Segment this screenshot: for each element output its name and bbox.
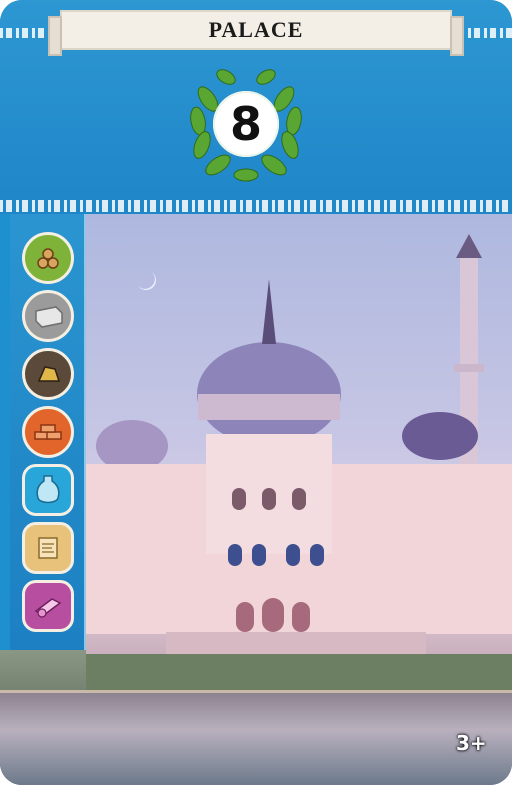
reflecting-pool (0, 690, 512, 785)
stone-block-icon (22, 290, 74, 342)
laurel-wreath-icon: 8 (186, 69, 306, 183)
glass-vase-icon (22, 464, 74, 516)
player-count-label: 3+ (456, 731, 487, 755)
papyrus-scroll-icon (22, 522, 74, 574)
victory-points-disc: 8 (213, 91, 279, 157)
card-title: PALACE (208, 17, 304, 42)
victory-points-value: 8 (229, 97, 262, 151)
loom-cloth-icon (22, 580, 74, 632)
clay-bricks-icon (22, 406, 74, 458)
meander-border-bottom (0, 200, 512, 212)
title-banner: PALACE (48, 10, 464, 56)
card-header: PALACE 8 (0, 0, 512, 214)
wood-logs-icon (22, 232, 74, 284)
ore-icon (22, 348, 74, 400)
wonder-card[interactable]: PALACE 8 3+ (0, 0, 512, 785)
cost-strip (10, 214, 86, 650)
